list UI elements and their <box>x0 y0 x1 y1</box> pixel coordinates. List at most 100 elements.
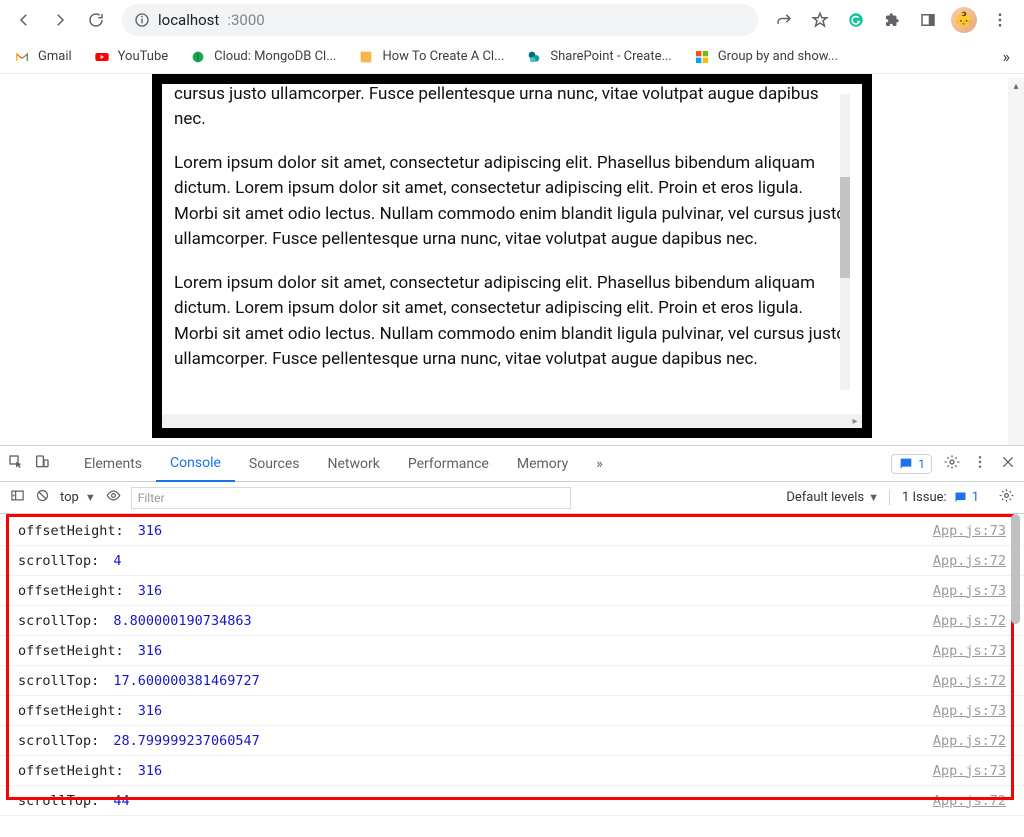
arrow-right-icon <box>51 11 69 29</box>
back-button[interactable] <box>8 4 40 36</box>
bookmark-youtube[interactable]: YouTube <box>94 49 169 65</box>
inspect-element-button[interactable] <box>8 454 24 474</box>
bookmark-groupby[interactable]: Group by and show... <box>694 49 838 65</box>
log-label: offsetHeight: <box>18 643 132 659</box>
extensions-button[interactable] <box>876 4 908 36</box>
log-source-link[interactable]: App.js:72 <box>933 673 1006 689</box>
device-icon <box>34 454 50 470</box>
console-output[interactable]: offsetHeight: 316 App.js:73 scrollTop: 4Ap… <box>0 514 1024 837</box>
log-label: offsetHeight: <box>18 763 132 779</box>
clear-icon <box>35 488 50 503</box>
puzzle-icon <box>883 11 901 29</box>
bookmarks-overflow[interactable]: » <box>1003 47 1011 66</box>
side-panel-button[interactable] <box>912 4 944 36</box>
console-toolbar: top▼ Filter Default levels▼ 1 Issue: 1 <box>0 482 1024 514</box>
tab-elements[interactable]: Elements <box>70 446 156 482</box>
log-label: offsetHeight: <box>18 523 132 539</box>
bookmark-gmail[interactable]: Gmail <box>14 49 72 65</box>
share-button[interactable] <box>768 4 800 36</box>
tab-console[interactable]: Console <box>156 446 235 482</box>
close-icon <box>1000 454 1016 470</box>
bookmark-label: Gmail <box>38 49 72 64</box>
console-log-line: scrollTop: 28.799999237060547App.js:72 <box>0 726 1024 756</box>
arrow-left-icon <box>15 11 33 29</box>
log-value: 316 <box>138 703 162 719</box>
grammarly-button[interactable] <box>840 4 872 36</box>
console-log-line: scrollTop: 8.800000190734863App.js:72 <box>0 606 1024 636</box>
log-label: scrollTop: <box>18 793 107 809</box>
log-value: 17.600000381469727 <box>113 673 259 689</box>
address-bar[interactable]: localhost:3000 <box>122 4 758 36</box>
live-expression-button[interactable] <box>106 488 121 507</box>
reload-button[interactable] <box>80 4 112 36</box>
log-source-link[interactable]: App.js:73 <box>933 643 1006 659</box>
tab-sources[interactable]: Sources <box>235 446 314 482</box>
log-source-link[interactable]: App.js:73 <box>933 763 1006 779</box>
bookmark-mongodb[interactable]: Cloud: MongoDB Cl... <box>190 49 336 65</box>
console-scrollbar[interactable] <box>1008 514 1024 837</box>
console-settings-button[interactable] <box>999 488 1014 507</box>
console-log-line: offsetHeight: 316 App.js:73 <box>0 516 1024 546</box>
log-source-link[interactable]: App.js:72 <box>933 613 1006 629</box>
info-icon <box>134 12 150 28</box>
menu-button[interactable] <box>984 4 1016 36</box>
device-toggle-button[interactable] <box>34 454 50 474</box>
clear-console-button[interactable] <box>35 488 50 507</box>
bookmarks-bar: Gmail YouTube Cloud: MongoDB Cl... How T… <box>0 40 1024 74</box>
tabs-overflow[interactable]: » <box>582 446 617 482</box>
content-vertical-scrollbar[interactable] <box>840 94 850 390</box>
chevron-right-double-icon: » <box>1003 47 1011 66</box>
devtools-menu-button[interactable] <box>972 454 988 474</box>
toolbar-right: 👶 <box>768 4 1016 36</box>
log-label: scrollTop: <box>18 553 107 569</box>
bookmark-sharepoint[interactable]: SharePoint - Create... <box>526 49 671 65</box>
content-horizontal-scrollbar[interactable]: ◂ ▸ <box>162 414 862 428</box>
gmail-icon <box>14 49 30 65</box>
log-value: 44 <box>113 793 129 809</box>
bookmark-button[interactable] <box>804 4 836 36</box>
sidebar-icon <box>10 488 25 503</box>
grammarly-icon <box>847 11 865 29</box>
content-scroll-area[interactable]: eros ligula. Morbi sit amet odio lectus.… <box>162 84 862 414</box>
tab-memory[interactable]: Memory <box>503 446 582 482</box>
log-value: 316 <box>138 523 162 539</box>
bookmark-howto[interactable]: How To Create A Cl... <box>358 49 504 65</box>
log-label: offsetHeight: <box>18 703 132 719</box>
youtube-icon <box>94 49 110 65</box>
log-source-link[interactable]: App.js:73 <box>933 703 1006 719</box>
dots-vertical-icon <box>991 11 1009 29</box>
log-value: 316 <box>138 583 162 599</box>
log-levels-selector[interactable]: Default levels▼ <box>786 490 879 505</box>
console-log-line: scrollTop: 4App.js:72 <box>0 546 1024 576</box>
message-icon <box>953 490 968 505</box>
profile-button[interactable]: 👶 <box>948 4 980 36</box>
side-panel-icon <box>919 11 937 29</box>
paragraph-text: Lorem ipsum dolor sit amet, consectetur … <box>174 271 850 373</box>
filter-input[interactable]: Filter <box>131 487 571 509</box>
devtools-close-button[interactable] <box>1000 454 1016 474</box>
avatar-icon: 👶 <box>951 7 977 33</box>
tab-performance[interactable]: Performance <box>394 446 503 482</box>
log-source-link[interactable]: App.js:72 <box>933 733 1006 749</box>
bookmark-label: Cloud: MongoDB Cl... <box>214 49 336 64</box>
messages-badge[interactable]: 1 <box>891 454 932 474</box>
inspect-icon <box>8 454 24 470</box>
log-source-link[interactable]: App.js:73 <box>933 523 1006 539</box>
log-source-link[interactable]: App.js:72 <box>933 553 1006 569</box>
devtools-settings-button[interactable] <box>944 454 960 474</box>
log-label: scrollTop: <box>18 613 107 629</box>
console-sidebar-toggle[interactable] <box>10 488 25 507</box>
log-label: scrollTop: <box>18 673 107 689</box>
console-log-line: offsetHeight: 316App.js:73 <box>0 756 1024 786</box>
context-selector[interactable]: top▼ <box>60 490 96 505</box>
console-log-line: offsetHeight: 316App.js:73 <box>0 576 1024 606</box>
forward-button[interactable] <box>44 4 76 36</box>
tab-network[interactable]: Network <box>314 446 394 482</box>
ms-icon <box>694 49 710 65</box>
issues-button[interactable]: 1 Issue: 1 <box>889 490 979 505</box>
log-source-link[interactable]: App.js:72 <box>933 793 1006 809</box>
log-source-link[interactable]: App.js:73 <box>933 583 1006 599</box>
eye-icon <box>106 488 121 503</box>
console-log-line: scrollTop: 44 App.js:72 <box>0 786 1024 816</box>
chevron-down-icon: ▼ <box>85 491 96 504</box>
